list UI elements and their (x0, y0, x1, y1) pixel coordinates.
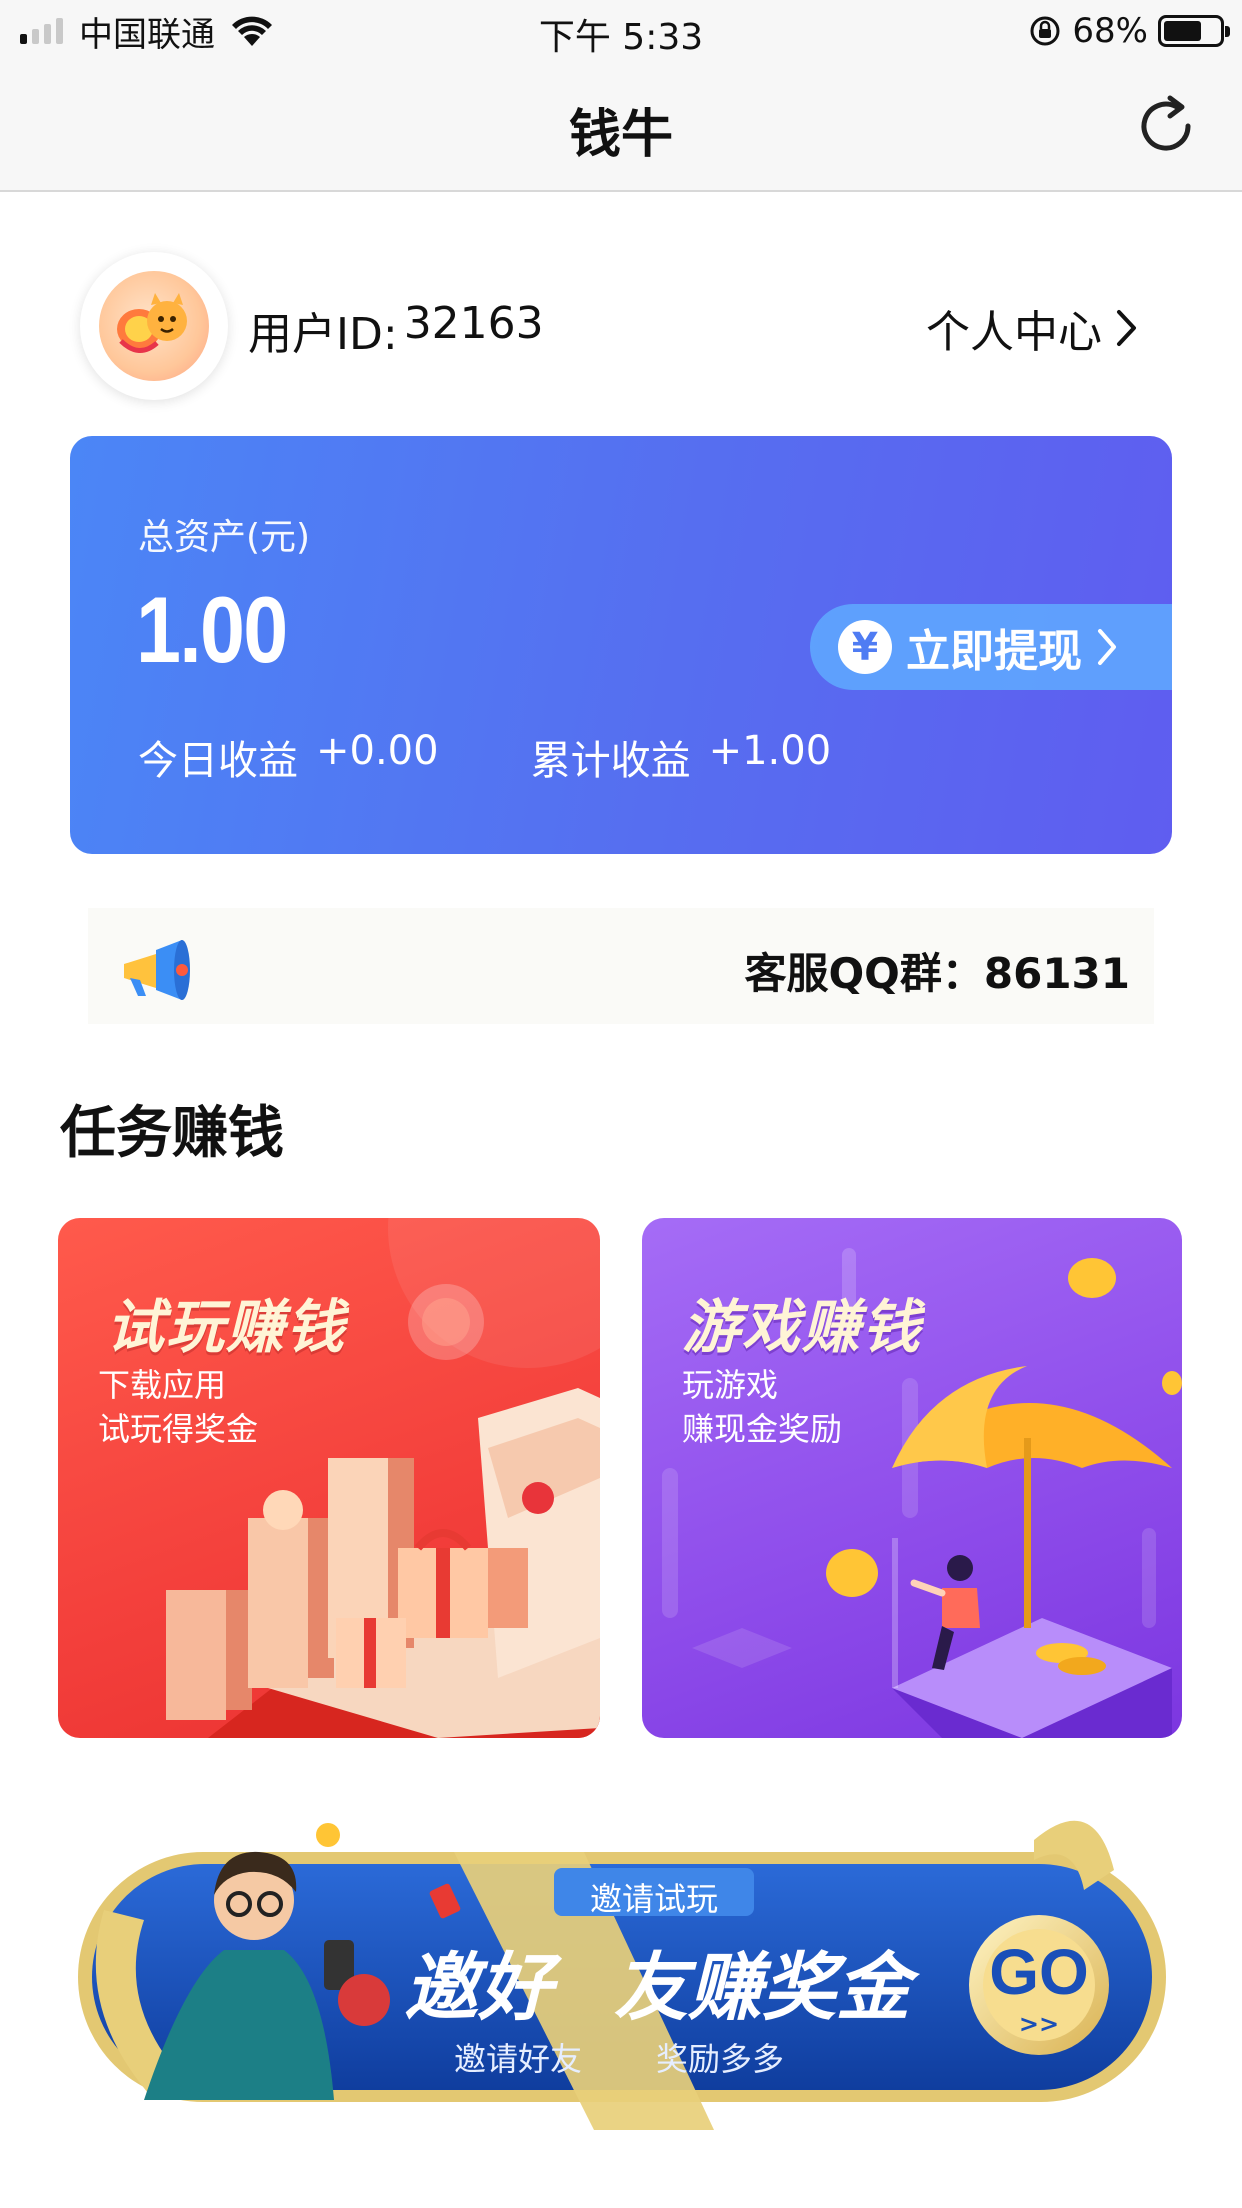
invite-sub-left: 邀请好友 (454, 2040, 583, 2078)
avatar-image (99, 271, 209, 381)
trial-card-line1: 下载应用 (98, 1366, 227, 1404)
today-earnings-label: 今日收益 (138, 738, 298, 784)
withdraw-label: 立即提现 (906, 626, 1082, 677)
game-card-line1: 玩游戏 (682, 1366, 779, 1404)
invite-banner[interactable]: 邀请试玩 邀好 友赚奖金 邀请好友 奖励多多 GO >> (74, 1800, 1174, 2130)
go-arrows-icon: >> (1018, 2010, 1060, 2038)
page-title: 钱牛 (568, 105, 673, 165)
section-title: 任务赚钱 (60, 1101, 284, 1166)
nav-bar: 钱牛 (0, 62, 1242, 192)
cumulative-earnings-label: 累计收益 (530, 738, 691, 784)
trial-card-title: 试玩赚钱 (106, 1293, 347, 1361)
invite-headline-left: 邀好 (404, 1945, 552, 2031)
battery-percent: 68% (1072, 11, 1148, 51)
invite-tag: 邀请试玩 (589, 1880, 718, 1918)
avatar[interactable] (80, 252, 228, 400)
status-bar: 中国联通 下午 5:33 68% (0, 0, 1242, 62)
trial-card-line2: 试玩得奖金 (98, 1410, 259, 1448)
withdraw-button[interactable]: ¥ 立即提现 (810, 604, 1172, 690)
mascot-icon (117, 293, 187, 353)
go-button[interactable]: GO (969, 1935, 1109, 2009)
personal-center-link[interactable]: 个人中心 (926, 296, 1140, 360)
notice-bar[interactable]: 客服QQ群：86131 (88, 908, 1154, 1024)
chevron-right-icon (1098, 629, 1116, 665)
today-earnings-value: +0.00 (316, 728, 439, 774)
asset-card: 总资产(元) 1.00 ¥ 立即提现 今日收益 +0.00 累计收益 +1.00 (70, 436, 1172, 854)
invite-sub-right: 奖励多多 (656, 2040, 785, 2078)
trial-earn-card[interactable]: 试玩赚钱 下载应用 试玩得奖金 (58, 1218, 600, 1738)
total-assets-value: 1.00 (136, 577, 288, 682)
total-assets-label: 总资产(元) (138, 517, 311, 558)
chevron-right-icon (1117, 310, 1136, 346)
status-right: 68% (1028, 10, 1230, 52)
personal-center-label: 个人中心 (926, 307, 1102, 358)
yen-icon: ¥ (838, 620, 892, 674)
cumulative-earnings-value: +1.00 (708, 728, 832, 774)
user-row: 用户ID: 32163 个人中心 (80, 252, 1140, 400)
user-id: 用户ID: 32163 (248, 298, 544, 362)
earnings-stats: 今日收益 +0.00 累计收益 +1.00 (138, 728, 831, 786)
invite-headline-right: 友赚奖金 (614, 1945, 910, 2031)
today-earnings: 今日收益 +0.00 (138, 728, 439, 786)
game-card-title: 游戏赚钱 (682, 1293, 923, 1361)
cumulative-earnings: 累计收益 +1.00 (531, 728, 832, 786)
user-id-label: 用户ID: (248, 309, 398, 360)
notice-text: 客服QQ群：86131 (744, 949, 1130, 998)
user-id-value: 32163 (403, 298, 544, 349)
rotation-lock-icon (1030, 16, 1060, 46)
game-earn-card[interactable]: 游戏赚钱 玩游戏 赚现金奖励 (642, 1218, 1182, 1738)
refresh-icon[interactable] (1130, 90, 1202, 162)
battery-icon (1158, 15, 1230, 47)
game-card-line2: 赚现金奖励 (682, 1410, 843, 1448)
megaphone-icon (124, 940, 190, 1000)
